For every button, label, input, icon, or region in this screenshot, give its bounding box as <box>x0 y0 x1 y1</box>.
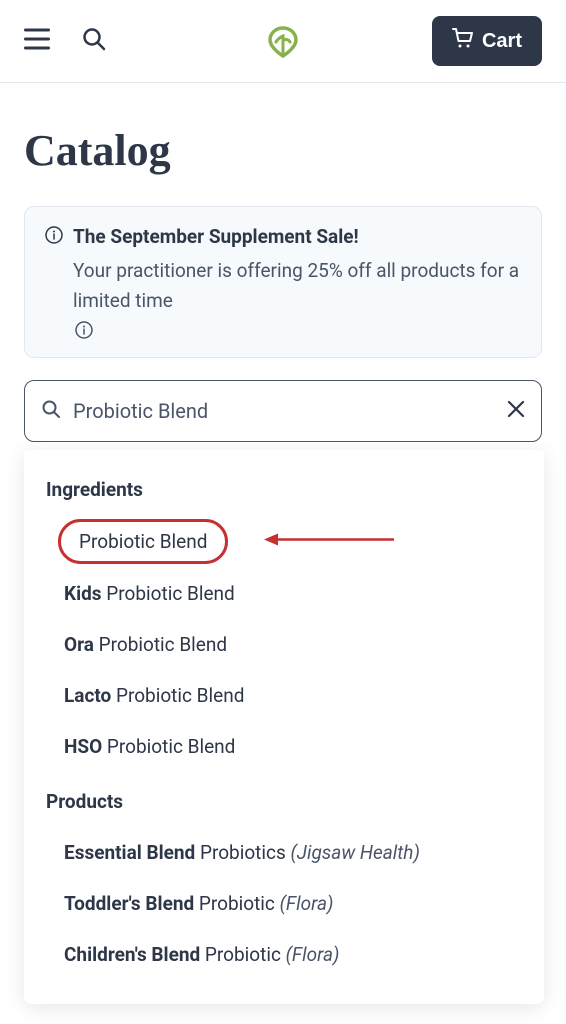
banner-title: The September Supplement Sale! <box>73 225 359 248</box>
annotation-arrow-icon <box>264 530 394 553</box>
dropdown-item-rest: Probiotic <box>200 943 285 966</box>
search-input[interactable]: Probiotic Blend <box>24 380 542 442</box>
info-icon[interactable] <box>75 321 93 339</box>
dropdown-item-rest: Probiotic <box>194 892 279 915</box>
cart-icon <box>452 28 474 54</box>
dropdown-item-rest: Probiotic Blend <box>111 684 244 707</box>
dropdown-item-bold: Toddler's Blend <box>64 892 194 915</box>
dropdown-item-bold: Kids <box>64 582 102 605</box>
search-icon[interactable] <box>82 27 106 55</box>
dropdown-item-text: Probiotic Blend <box>79 530 207 553</box>
dropdown-item-brand: (Flora) <box>286 943 340 966</box>
annotation-highlight: Probiotic Blend <box>58 519 228 564</box>
search-input-text: Probiotic Blend <box>73 399 495 423</box>
dropdown-item[interactable]: Kids Probiotic Blend <box>24 568 544 619</box>
dropdown-item-rest: Probiotic Blend <box>94 633 227 656</box>
dropdown-item-rest: Probiotic Blend <box>102 582 235 605</box>
clear-icon[interactable] <box>507 400 525 422</box>
dropdown-item[interactable]: Probiotic Blend <box>24 515 544 568</box>
dropdown-item[interactable]: HSO Probiotic Blend <box>24 721 544 772</box>
banner-body: Your practitioner is offering 25% off al… <box>45 256 521 339</box>
dropdown-item-bold: Essential Blend <box>64 841 195 864</box>
dropdown-item-brand: (Flora) <box>280 892 334 915</box>
dropdown-item[interactable]: Ora Probiotic Blend <box>24 619 544 670</box>
menu-icon[interactable] <box>24 28 50 54</box>
dropdown-item[interactable]: Children's Blend Probiotic (Flora) <box>24 929 544 980</box>
search-dropdown: Ingredients Probiotic Blend Kids Probiot… <box>24 450 544 1004</box>
promo-banner: The September Supplement Sale! Your prac… <box>24 206 542 358</box>
dropdown-item-brand: (Jigsaw Health) <box>290 841 419 864</box>
dropdown-item[interactable]: Essential Blend Probiotics (Jigsaw Healt… <box>24 827 544 878</box>
info-icon <box>45 226 63 248</box>
dropdown-item-rest: Probiotic Blend <box>102 735 235 758</box>
cart-button[interactable]: Cart <box>432 16 542 66</box>
dropdown-section-products: Products <box>24 772 544 827</box>
dropdown-item-bold: Ora <box>64 633 94 656</box>
dropdown-item[interactable]: Toddler's Blend Probiotic (Flora) <box>24 878 544 929</box>
dropdown-item-bold: Children's Blend <box>64 943 200 966</box>
logo-icon[interactable] <box>262 18 304 64</box>
dropdown-section-ingredients: Ingredients <box>24 470 544 515</box>
banner-body-text: Your practitioner is offering 25% off al… <box>73 256 521 317</box>
dropdown-item[interactable]: Lacto Probiotic Blend <box>24 670 544 721</box>
dropdown-item-rest: Probiotics <box>195 841 290 864</box>
dropdown-item-bold: Lacto <box>64 684 111 707</box>
cart-label: Cart <box>482 30 522 53</box>
search-wrapper: Probiotic Blend Ingredients Probiotic Bl… <box>24 380 542 442</box>
search-icon <box>41 399 61 423</box>
header-left <box>24 27 106 55</box>
page-title: Catalog <box>0 83 566 206</box>
header: Cart <box>0 0 566 83</box>
dropdown-item-bold: HSO <box>64 735 102 758</box>
banner-title-row: The September Supplement Sale! <box>45 225 521 248</box>
